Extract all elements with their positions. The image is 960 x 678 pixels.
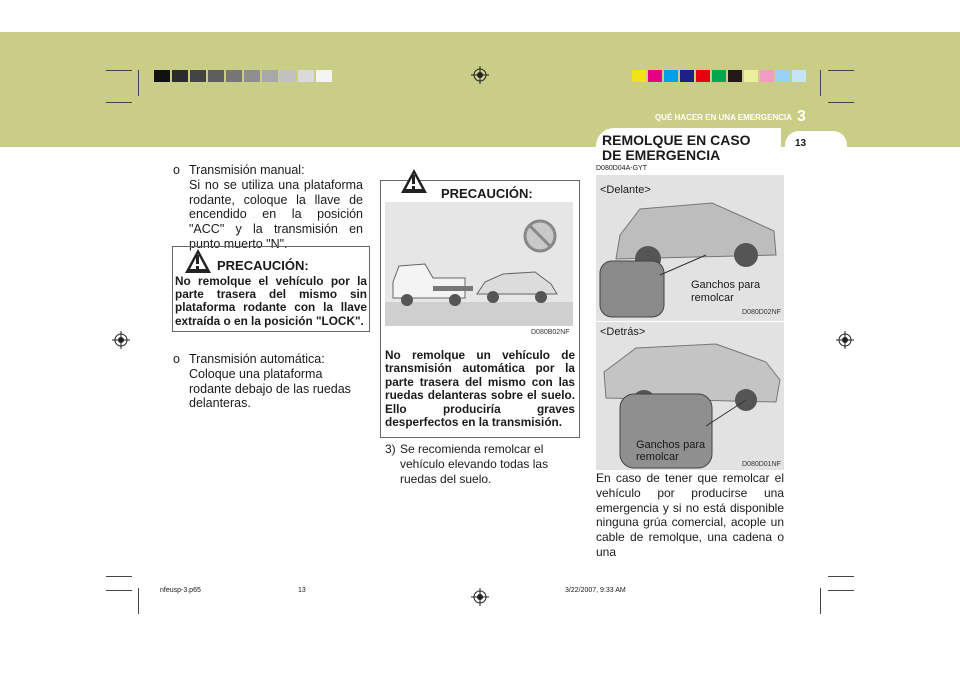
image-code: D080B02NF xyxy=(531,329,570,336)
reference-code: D080D04A-GYT xyxy=(596,165,647,172)
caution-title: PRECAUCIÓN: xyxy=(441,186,533,201)
warning-icon xyxy=(401,169,427,193)
page-number: 13 xyxy=(795,138,807,149)
registration-mark-icon xyxy=(112,331,130,349)
crop-mark xyxy=(828,102,854,103)
caution-text: No remolque el vehículo por la parte tra… xyxy=(175,274,367,328)
color-swatch xyxy=(154,70,170,82)
image-code: D080D02NF xyxy=(742,309,781,316)
towing-illustration xyxy=(385,202,573,326)
color-swatch xyxy=(648,70,662,82)
crop-mark xyxy=(106,576,132,577)
crop-mark xyxy=(828,70,854,71)
color-swatch xyxy=(316,70,332,82)
color-swatch xyxy=(776,70,790,82)
front-hooks-label: Ganchos para remolcar xyxy=(691,279,761,304)
color-swatch xyxy=(728,70,742,82)
front-towing-figure: <Delante> Ganchos para remolcar D080D02N… xyxy=(596,175,784,321)
color-swatch xyxy=(172,70,188,82)
crop-mark xyxy=(106,102,132,103)
footer-file: nfeusp-3.p65 xyxy=(160,587,201,594)
color-swatch xyxy=(226,70,242,82)
warning-icon xyxy=(185,249,211,273)
color-swatch xyxy=(208,70,224,82)
section-title: QUÉ HACER EN UNA EMERGENCIA xyxy=(654,113,792,122)
rear-hooks-label: Ganchos para remolcar xyxy=(636,439,706,463)
color-swatch xyxy=(190,70,206,82)
crop-mark xyxy=(828,590,854,591)
rear-towing-figure: <Detrás> Ganchos para remolcar D080D01NF xyxy=(596,322,784,470)
color-swatch xyxy=(792,70,806,82)
color-swatch xyxy=(298,70,314,82)
caution-box: PRECAUCIÓN: D080B02NF No remolque un veh… xyxy=(380,169,580,438)
color-swatch xyxy=(744,70,758,82)
crop-mark xyxy=(138,70,139,96)
grayscale-color-bar xyxy=(154,70,334,82)
automatic-transmission-item: o Transmisión automática: Coloque una pl… xyxy=(173,352,351,411)
color-swatch xyxy=(664,70,678,82)
crop-mark xyxy=(820,70,821,96)
manual-transmission-item: o Transmisión manual: Si no se utiliza u… xyxy=(173,163,363,251)
recommendation-item: 3) Se recomienda remolcar el vehículo el… xyxy=(385,442,549,486)
caution-title: PRECAUCIÓN: xyxy=(217,258,309,273)
crop-mark xyxy=(820,588,821,614)
section-heading: REMOLQUE EN CASO DE EMERGENCIA xyxy=(602,132,751,163)
caution-text: No remolque un vehículo de transmisión a… xyxy=(385,348,575,430)
crop-mark xyxy=(138,588,139,614)
process-color-bar xyxy=(632,70,812,82)
color-swatch xyxy=(680,70,694,82)
crop-mark xyxy=(828,576,854,577)
caution-box: PRECAUCIÓN: No remolque el vehículo por … xyxy=(172,246,370,332)
footer-datetime: 3/22/2007, 9:33 AM xyxy=(565,587,626,594)
registration-mark-icon xyxy=(471,66,489,84)
front-label: <Delante> xyxy=(600,184,651,196)
color-swatch xyxy=(244,70,260,82)
color-swatch xyxy=(696,70,710,82)
color-swatch xyxy=(712,70,726,82)
registration-mark-icon xyxy=(836,331,854,349)
section-number: 3 xyxy=(797,108,806,125)
registration-mark-icon xyxy=(471,588,489,606)
color-swatch xyxy=(262,70,278,82)
body-text: En caso de tener que remolcar el vehícul… xyxy=(596,471,784,559)
color-swatch xyxy=(760,70,774,82)
header-band xyxy=(0,32,960,147)
color-swatch xyxy=(280,70,296,82)
image-code: D080D01NF xyxy=(742,461,781,468)
crop-mark xyxy=(106,590,132,591)
crop-mark xyxy=(106,70,132,71)
footer-page: 13 xyxy=(298,587,306,594)
color-swatch xyxy=(632,70,646,82)
rear-label: <Detrás> xyxy=(600,326,646,338)
